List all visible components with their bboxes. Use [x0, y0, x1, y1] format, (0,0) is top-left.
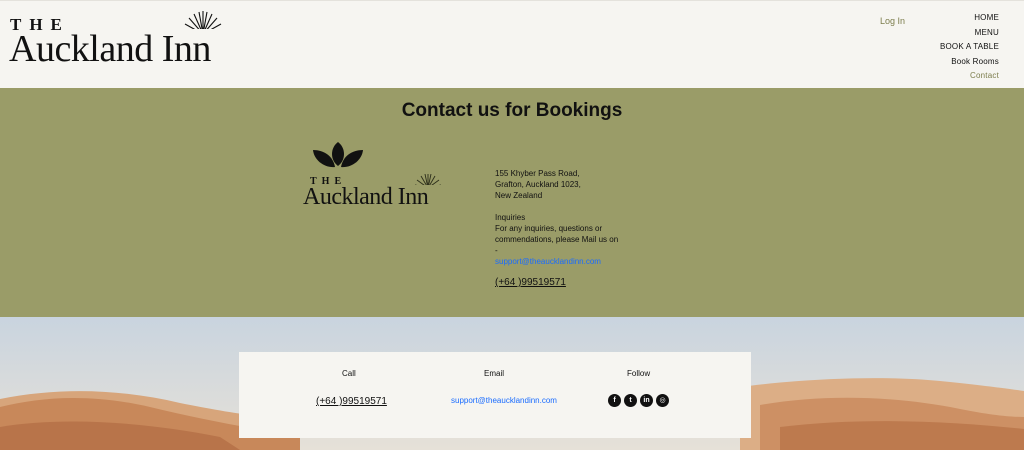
nav-contact[interactable]: Contact	[940, 69, 999, 84]
nav-book-rooms[interactable]: Book Rooms	[940, 55, 999, 70]
card-email-link[interactable]: support@theaucklandinn.com	[451, 396, 557, 405]
follow-label: Follow	[627, 369, 651, 378]
inquiries-heading: Inquiries	[495, 213, 526, 222]
nav-menu[interactable]: MENU	[940, 26, 999, 41]
address-line: 155 Khyber Pass Road,	[495, 169, 580, 178]
logo-name: Auckland Inn	[9, 28, 211, 70]
inquiries-text: For any inquiries, questions or commenda…	[495, 224, 619, 255]
contact-section: Contact us for Bookings THE Auckland Inn…	[0, 88, 1024, 317]
facebook-icon[interactable]: f	[608, 394, 621, 407]
social-links: f t in ◎	[608, 394, 669, 407]
card-phone-link[interactable]: (+64 )99519571	[316, 396, 387, 407]
site-logo[interactable]: THE Auckland Inn	[9, 11, 229, 71]
section-title: Contact us for Bookings	[401, 100, 623, 121]
main-nav: HOME MENU BOOK A TABLE Book Rooms Contac…	[940, 11, 999, 84]
sunburst-icon	[414, 174, 442, 188]
address-line: Grafton, Auckland 1023,	[495, 180, 581, 189]
call-label: Call	[342, 369, 356, 378]
nav-book-a-table[interactable]: BOOK A TABLE	[940, 40, 999, 55]
contact-logo-name: Auckland Inn	[303, 184, 429, 210]
address-line: New Zealand	[495, 191, 543, 200]
instagram-icon[interactable]: ◎	[656, 394, 669, 407]
contact-card: Call Email Follow (+64 )99519571 support…	[239, 352, 751, 438]
address-block: 155 Khyber Pass Road, Grafton, Auckland …	[495, 168, 620, 267]
linkedin-icon[interactable]: in	[640, 394, 653, 407]
support-email-link[interactable]: support@theaucklandinn.com	[495, 257, 601, 266]
login-link[interactable]: Log In	[880, 16, 905, 26]
email-label: Email	[484, 369, 505, 378]
contact-logo: THE Auckland Inn	[303, 140, 448, 212]
sunburst-icon	[181, 11, 225, 35]
twitter-icon[interactable]: t	[624, 394, 637, 407]
nav-home[interactable]: HOME	[940, 11, 999, 26]
phone-link[interactable]: (+64 )99519571	[495, 277, 566, 288]
leaves-icon	[313, 142, 363, 168]
site-header: THE Auckland Inn Log In HOME MENU BOOK A…	[0, 0, 1024, 88]
